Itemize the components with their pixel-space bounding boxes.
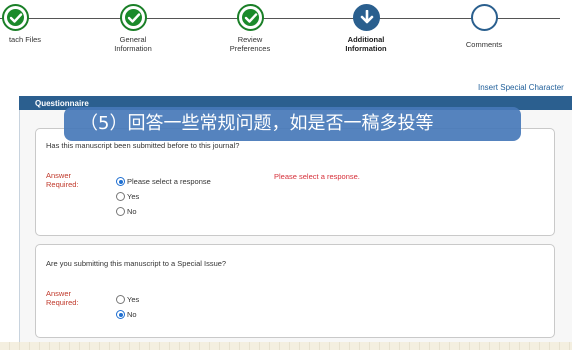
radio-button[interactable] — [116, 207, 125, 216]
step-attach-files[interactable]: tach Files — [0, 4, 70, 44]
radio-button[interactable] — [116, 310, 125, 319]
check-icon — [236, 4, 264, 31]
arrow-down-icon — [352, 4, 380, 31]
step-label: Additional Information — [345, 35, 387, 53]
question-card: Are you submitting this manuscript to a … — [35, 244, 555, 338]
radio-label: No — [127, 310, 137, 319]
check-icon — [119, 4, 147, 31]
radio-option[interactable]: Yes — [116, 292, 139, 307]
step-review-preferences[interactable]: Review Preferences — [195, 4, 305, 53]
radio-group: Yes No — [116, 292, 139, 322]
radio-group: Please select a response Yes No — [116, 174, 211, 219]
radio-option[interactable]: No — [116, 204, 211, 219]
radio-label: Yes — [127, 295, 140, 304]
step-additional-information[interactable]: Additional Information — [311, 4, 421, 53]
answer-required-label: Answer Required: — [46, 171, 79, 189]
check-icon — [1, 4, 29, 31]
step-label: Comments — [465, 40, 503, 49]
radio-option[interactable]: Please select a response — [116, 174, 211, 189]
step-label: Review Preferences — [229, 35, 271, 53]
question-text: Has this manuscript been submitted befor… — [46, 141, 240, 150]
step-comments[interactable]: Comments — [429, 4, 539, 49]
subtitle-caption: （5）回答一些常规问题，如是否一稿多投等 — [64, 107, 521, 141]
radio-label: No — [127, 207, 137, 216]
radio-label: Please select a response — [127, 177, 211, 186]
validation-error: Please select a response. — [274, 172, 360, 181]
question-card: Has this manuscript been submitted befor… — [35, 128, 555, 236]
radio-option[interactable]: No — [116, 307, 139, 322]
step-label: General Information — [114, 35, 152, 53]
radio-button[interactable] — [116, 295, 125, 304]
empty-circle-icon — [470, 4, 498, 31]
radio-option[interactable]: Yes — [116, 189, 211, 204]
step-label: tach Files — [8, 35, 42, 44]
question-text: Are you submitting this manuscript to a … — [46, 259, 227, 268]
radio-button[interactable] — [116, 192, 125, 201]
bottom-strip — [0, 342, 572, 350]
insert-special-character-link[interactable]: Insert Special Character — [478, 83, 564, 92]
progress-steps: tach Files General Information Review Pr… — [0, 0, 572, 70]
step-general-information[interactable]: General Information — [78, 4, 188, 53]
answer-required-label: Answer Required: — [46, 289, 79, 307]
radio-button[interactable] — [116, 177, 125, 186]
radio-label: Yes — [127, 192, 140, 201]
